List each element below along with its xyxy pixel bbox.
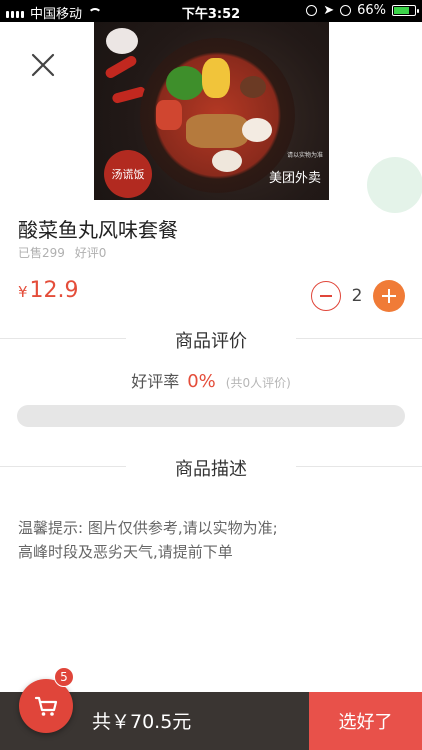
close-button[interactable] bbox=[26, 48, 60, 82]
close-icon[interactable] bbox=[26, 48, 60, 82]
tomato bbox=[156, 100, 182, 130]
price-symbol: ¥ bbox=[18, 283, 28, 301]
hero-brand: 美团外卖 bbox=[268, 171, 321, 186]
divider bbox=[296, 338, 422, 339]
chili-decoration bbox=[103, 54, 139, 80]
status-right: ➤ 66% bbox=[306, 3, 419, 18]
description-line: 温馨提示: 图片仅供参考,请以实物为准; bbox=[18, 519, 278, 537]
description-header: 商品描述 bbox=[0, 451, 422, 481]
status-bar: 中国移动 下午3:52 ➤ 66% bbox=[0, 0, 422, 22]
decorative-circle bbox=[367, 157, 422, 213]
garlic-decoration bbox=[106, 28, 138, 54]
quantity-stepper: 2 bbox=[311, 280, 405, 312]
product-meta: 已售299 好评0 bbox=[18, 244, 112, 261]
description-line: 高峰时段及恶劣天气,请提前下单 bbox=[18, 543, 233, 561]
good-review-count: 好评0 bbox=[74, 246, 107, 260]
battery-percent: 66% bbox=[357, 3, 386, 18]
rating-percent: 0% bbox=[187, 371, 216, 392]
battery-icon bbox=[392, 5, 419, 16]
hero-tag: 请以实物为准 bbox=[286, 152, 323, 159]
sold-count: 已售299 bbox=[18, 246, 65, 260]
cart-badge: 5 bbox=[54, 667, 74, 687]
mushroom bbox=[240, 76, 266, 98]
product-image: 汤谎饭 请以实物为准 美团外卖 bbox=[94, 22, 329, 200]
fishball bbox=[212, 150, 242, 172]
cart-button[interactable] bbox=[19, 679, 73, 733]
description-title: 商品描述 bbox=[175, 459, 247, 480]
lock-rotation-icon bbox=[306, 5, 318, 16]
fishball bbox=[242, 118, 272, 142]
broccoli bbox=[166, 66, 204, 100]
alarm-icon bbox=[340, 5, 352, 16]
location-icon: ➤ bbox=[323, 3, 335, 18]
increase-button[interactable] bbox=[373, 280, 405, 312]
quantity-value: 2 bbox=[351, 286, 363, 306]
product-title: 酸菜鱼丸风味套餐 bbox=[18, 218, 178, 242]
checkout-button[interactable]: 选好了 bbox=[309, 692, 422, 750]
rating-summary: 好评率 0% (共0人评价) bbox=[0, 368, 422, 392]
divider bbox=[296, 466, 422, 467]
decrease-button[interactable] bbox=[311, 281, 341, 311]
price-value: 12.9 bbox=[29, 278, 79, 303]
cart-icon bbox=[34, 696, 58, 716]
restaurant-logo: 汤谎饭 bbox=[104, 150, 152, 198]
rating-count: (共0人评价) bbox=[225, 376, 291, 390]
noodles bbox=[186, 114, 248, 148]
reviews-title: 商品评价 bbox=[175, 331, 247, 352]
description-text: 温馨提示: 图片仅供参考,请以实物为准; 高峰时段及恶劣天气,请提前下单 bbox=[18, 516, 278, 564]
rating-progress-bar bbox=[17, 405, 405, 427]
product-price: ¥12.9 bbox=[18, 278, 79, 303]
corn bbox=[202, 58, 230, 98]
reviews-header: 商品评价 bbox=[0, 323, 422, 353]
cart-total: 共￥70.5元 bbox=[92, 711, 192, 733]
rating-label: 好评率 bbox=[131, 372, 180, 391]
